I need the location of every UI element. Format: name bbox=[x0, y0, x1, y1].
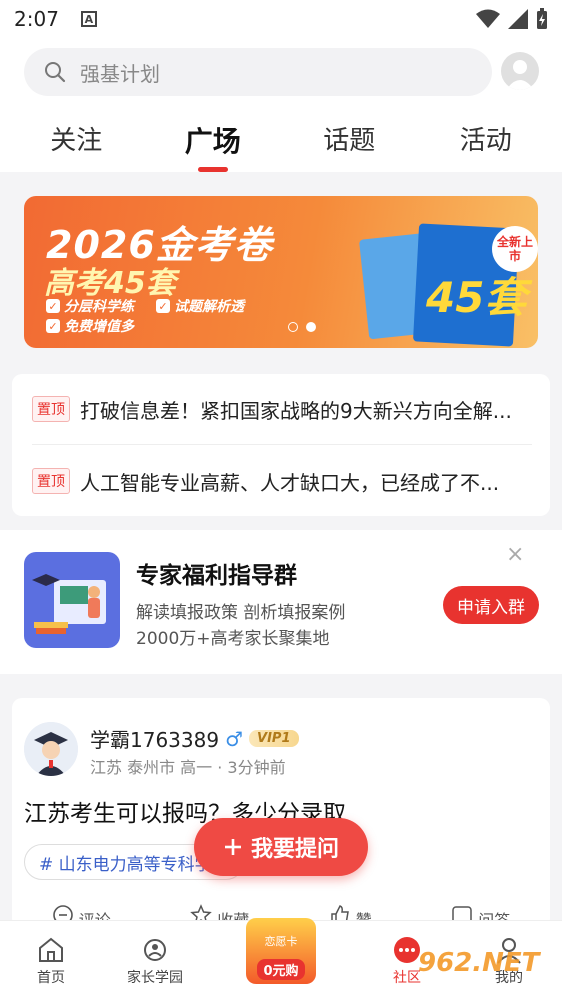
banner-tag: ✓ 免费增值多 bbox=[46, 316, 134, 336]
check-icon: ✓ bbox=[46, 319, 60, 333]
home-icon bbox=[39, 937, 63, 962]
tabbar-home[interactable]: 首页 bbox=[6, 933, 96, 987]
tab-square[interactable]: 广场 bbox=[158, 112, 268, 172]
tab-topics[interactable]: 话题 bbox=[294, 112, 404, 172]
pinned-item[interactable]: 置顶 人工智能专业高薪、人才缺口大，已经成了不... bbox=[32, 446, 532, 516]
banner-tag: ✓ 试题解析透 bbox=[156, 296, 244, 316]
banner-tag-label: 试题解析透 bbox=[174, 299, 244, 315]
ask-question-button[interactable]: 我要提问 bbox=[194, 818, 368, 876]
avatar-icon bbox=[506, 60, 534, 90]
tab-follow[interactable]: 关注 bbox=[21, 112, 131, 172]
top-tabs: 关注 广场 话题 活动 bbox=[0, 112, 562, 172]
graduate-avatar-icon bbox=[24, 722, 78, 776]
divider bbox=[32, 444, 532, 445]
search-placeholder: 强基计划 bbox=[80, 61, 160, 86]
promo-illustration bbox=[24, 552, 120, 648]
post-user: 学霸1763389 ♂ VIP1 bbox=[90, 724, 299, 753]
promo-description: 2000万+高考家长聚集地 bbox=[136, 629, 330, 649]
signal-icon bbox=[508, 9, 528, 29]
tab-activities[interactable]: 活动 bbox=[431, 112, 541, 172]
pinned-text: 人工智能专业高薪、人才缺口大，已经成了不... bbox=[80, 470, 500, 495]
tabbar-label: 首页 bbox=[37, 970, 65, 986]
header: 强基计划 关注 广场 话题 活动 bbox=[0, 38, 562, 172]
status-bar: 2:07 A bbox=[0, 0, 562, 38]
teacher-illustration-icon bbox=[32, 574, 106, 634]
post-meta: 江苏 泰州市 高一 · 3分钟前 bbox=[90, 758, 286, 777]
user-avatar[interactable] bbox=[501, 52, 539, 90]
group-promo-card[interactable]: 专家福利指导群 解读填报政策 剖析填报案例 2000万+高考家长聚集地 × 申请… bbox=[0, 530, 562, 674]
wifi-icon bbox=[476, 9, 500, 28]
watermark-logo: 962.NET bbox=[418, 948, 540, 978]
pinned-item[interactable]: 置顶 打破信息差！紧扣国家战略的9大新兴方向全解... bbox=[32, 374, 532, 444]
close-icon[interactable]: × bbox=[506, 542, 524, 567]
vip-badge: VIP1 bbox=[249, 730, 299, 747]
tabbar-label: 社区 bbox=[393, 970, 421, 986]
search-icon bbox=[45, 62, 66, 83]
zero-yuan-label: 0元购 bbox=[257, 959, 305, 980]
promo-title: 专家福利指导群 bbox=[136, 563, 297, 589]
male-icon: ♂ bbox=[225, 726, 244, 751]
pinned-badge: 置顶 bbox=[32, 468, 70, 494]
pinned-text: 打破信息差！紧扣国家战略的9大新兴方向全解... bbox=[80, 398, 512, 423]
pinned-badge: 置顶 bbox=[32, 396, 70, 422]
book-number: 45套 bbox=[426, 273, 527, 322]
post-card[interactable]: 学霸1763389 ♂ VIP1 江苏 泰州市 高一 · 3分钟前 江苏考生可以… bbox=[12, 698, 550, 930]
ask-question-label: 我要提问 bbox=[250, 837, 339, 862]
tabbar-parent-school[interactable]: 家长学园 bbox=[110, 933, 200, 987]
tabbar-zero-yuan-buy[interactable]: 恋愿卡 0元购 bbox=[246, 918, 316, 984]
carousel-dot[interactable] bbox=[288, 322, 298, 332]
tabbar-label: 家长学园 bbox=[127, 970, 183, 986]
banner-carousel[interactable]: 2026金考卷 高考45套 ✓ 分层科学练 ✓ 试题解析透 ✓ 免费增值多 45套 全… bbox=[24, 196, 538, 348]
pinned-list: 置顶 打破信息差！紧扣国家战略的9大新兴方向全解... 置顶 人工智能专业高薪、… bbox=[12, 374, 550, 516]
carousel-dot-active[interactable] bbox=[306, 322, 316, 332]
parent-school-icon bbox=[144, 939, 166, 961]
status-icons bbox=[476, 8, 548, 30]
banner-tag-label: 分层科学练 bbox=[64, 299, 134, 315]
promo-description: 解读填报政策 剖析填报案例 bbox=[136, 603, 346, 623]
banner-tag-label: 免费增值多 bbox=[64, 319, 134, 335]
status-time: 2:07 bbox=[14, 7, 59, 31]
plus-icon bbox=[224, 839, 241, 855]
post-username[interactable]: 学霸1763389 bbox=[90, 724, 219, 753]
notification-icon: A bbox=[80, 11, 97, 27]
carousel-dots bbox=[288, 322, 316, 332]
check-icon: ✓ bbox=[46, 299, 60, 313]
post-avatar[interactable] bbox=[24, 722, 78, 776]
new-badge: 全新上市 bbox=[492, 226, 538, 272]
check-icon: ✓ bbox=[156, 299, 170, 313]
promo-card-text: 恋愿卡 bbox=[264, 935, 298, 948]
join-group-button[interactable]: 申请入群 bbox=[443, 586, 539, 624]
search-input[interactable]: 强基计划 bbox=[24, 48, 492, 96]
banner-tag: ✓ 分层科学练 bbox=[46, 296, 134, 316]
battery-icon bbox=[537, 8, 547, 29]
